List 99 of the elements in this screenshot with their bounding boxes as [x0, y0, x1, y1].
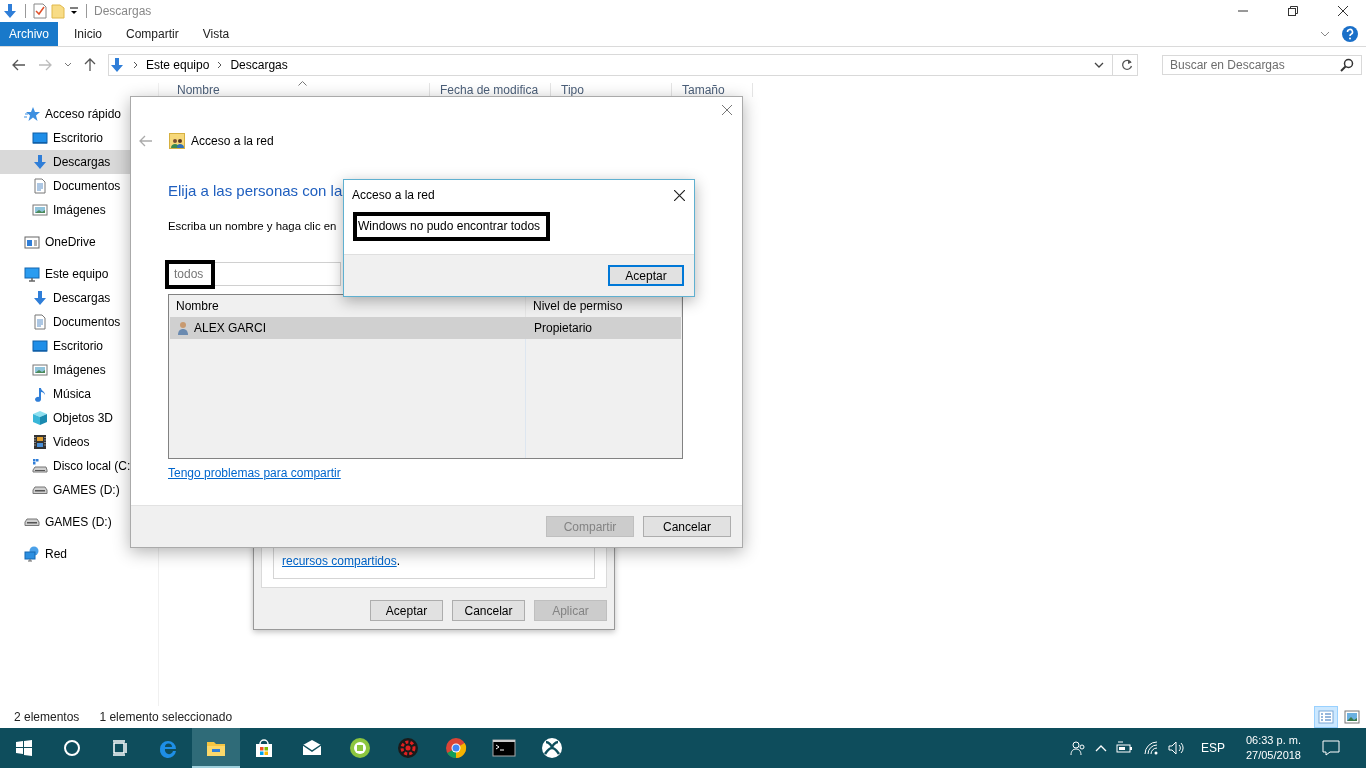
monitor-icon — [32, 130, 48, 146]
ribbon-tab[interactable]: Vista — [190, 22, 242, 46]
drive-icon — [32, 458, 48, 474]
search-field[interactable]: Buscar en Descargas — [1162, 55, 1362, 75]
breadcrumb-chevron-icon[interactable] — [133, 61, 138, 69]
drive-icon — [32, 486, 48, 494]
dialog-heading: Elija a las personas con la — [168, 182, 343, 199]
download-arrow-icon — [32, 290, 48, 306]
navigation-item[interactable]: Escritorio — [0, 334, 158, 358]
sort-caret-icon — [298, 81, 307, 86]
network-icon — [24, 546, 40, 562]
navigation-item[interactable]: GAMES (D:) — [0, 510, 158, 534]
help-link[interactable]: Tengo problemas para compartir — [168, 466, 341, 480]
link[interactable]: recursos compartidos — [282, 554, 397, 568]
name-input-field[interactable]: todos — [168, 262, 341, 286]
details-view-icon — [1318, 709, 1334, 725]
notification-icon[interactable] — [1322, 740, 1340, 756]
back-arrow-icon[interactable] — [12, 59, 26, 71]
task-view-icon — [110, 738, 130, 758]
image-icon — [32, 362, 48, 378]
table-cell: ALEX GARCI — [194, 321, 267, 335]
clock[interactable]: 06:33 p. m. 27/05/2018 — [1239, 733, 1307, 763]
battery-icon[interactable] — [1115, 741, 1134, 755]
document-icon — [32, 178, 48, 194]
navigation-item[interactable]: Música — [0, 382, 158, 406]
tiles-view-icon — [1344, 709, 1360, 725]
close-icon — [1338, 6, 1348, 16]
note-text: . — [396, 554, 401, 568]
people-icon[interactable] — [1069, 740, 1086, 756]
circle-x-icon — [541, 737, 563, 759]
table-cell: Propietario — [534, 321, 593, 335]
user-icon — [177, 321, 189, 335]
navigation-item[interactable]: Documentos — [0, 310, 158, 334]
cube-icon — [32, 410, 48, 426]
list-row[interactable]: ALEX GARCI Propietario — [170, 317, 681, 339]
document-icon — [32, 314, 48, 330]
gear-icon — [397, 737, 419, 759]
dialog-title: Acceso a la red — [352, 188, 435, 202]
dialog-button[interactable]: Cancelar — [452, 600, 525, 621]
window-title: Descargas — [94, 4, 152, 18]
breadcrumb[interactable]: Este equipo — [146, 58, 210, 72]
up-arrow-icon[interactable] — [84, 58, 96, 72]
monitor-icon — [32, 338, 48, 354]
navigation-item[interactable]: Videos — [0, 430, 158, 454]
drive-icon — [24, 518, 40, 526]
download-arrow-icon — [32, 154, 48, 170]
navigation-item[interactable]: GAMES (D:) — [0, 478, 158, 502]
chevron-down-icon[interactable] — [1094, 62, 1104, 68]
wifi-icon[interactable] — [1142, 741, 1159, 755]
music-note-icon — [32, 386, 48, 402]
people-folder-icon — [169, 133, 185, 149]
error-message: Windows no pudo encontrar todos — [358, 219, 541, 233]
speaker-icon[interactable] — [1167, 741, 1186, 755]
navigation-item[interactable]: Este equipo — [0, 262, 158, 286]
navigation-item[interactable]: Disco local (C: — [0, 454, 158, 478]
download-arrow-icon[interactable] — [2, 3, 18, 19]
dialog-button[interactable]: Aceptar — [370, 600, 443, 621]
star-icon — [24, 106, 40, 122]
address-bar[interactable]: Este equipo Descargas — [108, 54, 1138, 76]
status-text: 2 elementos — [14, 710, 80, 724]
close-icon[interactable] — [674, 189, 685, 201]
computer-icon — [24, 266, 40, 282]
navigation-item[interactable]: Imágenes — [0, 358, 158, 382]
ribbon-tab[interactable]: Compartir — [114, 22, 191, 46]
ok-button[interactable]: Aceptar — [608, 265, 684, 286]
terminal-icon — [492, 738, 516, 758]
navigation-item[interactable]: Escritorio — [0, 126, 158, 150]
instruction-text: Escriba un nombre y haga clic en — [168, 220, 337, 232]
dialog-title: Acceso a la red — [191, 134, 274, 148]
restore-icon — [1288, 6, 1298, 16]
navigation-item[interactable]: Acceso rápido — [0, 102, 158, 126]
file-menu-tab[interactable]: Archivo — [0, 22, 58, 46]
circle-icon — [62, 738, 82, 758]
help-icon[interactable] — [1342, 26, 1358, 42]
round-app-icon — [349, 737, 371, 759]
navigation-item[interactable]: Descargas — [0, 286, 158, 310]
breadcrumb-chevron-icon[interactable] — [217, 61, 223, 69]
breadcrumb[interactable]: Descargas — [230, 58, 288, 72]
recent-dropdown-icon[interactable] — [64, 62, 72, 68]
dropdown-icon[interactable] — [69, 6, 79, 16]
status-text: 1 elemento seleccionado — [99, 710, 233, 724]
navigation-item[interactable]: Objetos 3D — [0, 406, 158, 430]
navigation-item[interactable]: Imágenes — [0, 198, 158, 222]
navigation-item[interactable]: OneDrive — [0, 230, 158, 254]
language-indicator[interactable]: ESP — [1194, 741, 1231, 755]
navigation-item[interactable]: Documentos — [0, 174, 158, 198]
film-icon — [32, 434, 48, 450]
dialog-button[interactable]: Cancelar — [643, 516, 731, 537]
shopping-bag-icon — [253, 737, 275, 759]
download-arrow-icon — [109, 57, 125, 73]
chevron-up-icon[interactable] — [1094, 744, 1107, 752]
properties-icon[interactable] — [33, 3, 47, 19]
window-icon — [24, 234, 40, 250]
start-icon — [14, 738, 34, 758]
navigation-item[interactable]: Red — [0, 542, 158, 566]
image-icon — [32, 202, 48, 218]
refresh-icon[interactable] — [1121, 59, 1133, 71]
round-logo-icon — [445, 737, 467, 759]
ribbon-tab[interactable]: Inicio — [62, 22, 115, 46]
